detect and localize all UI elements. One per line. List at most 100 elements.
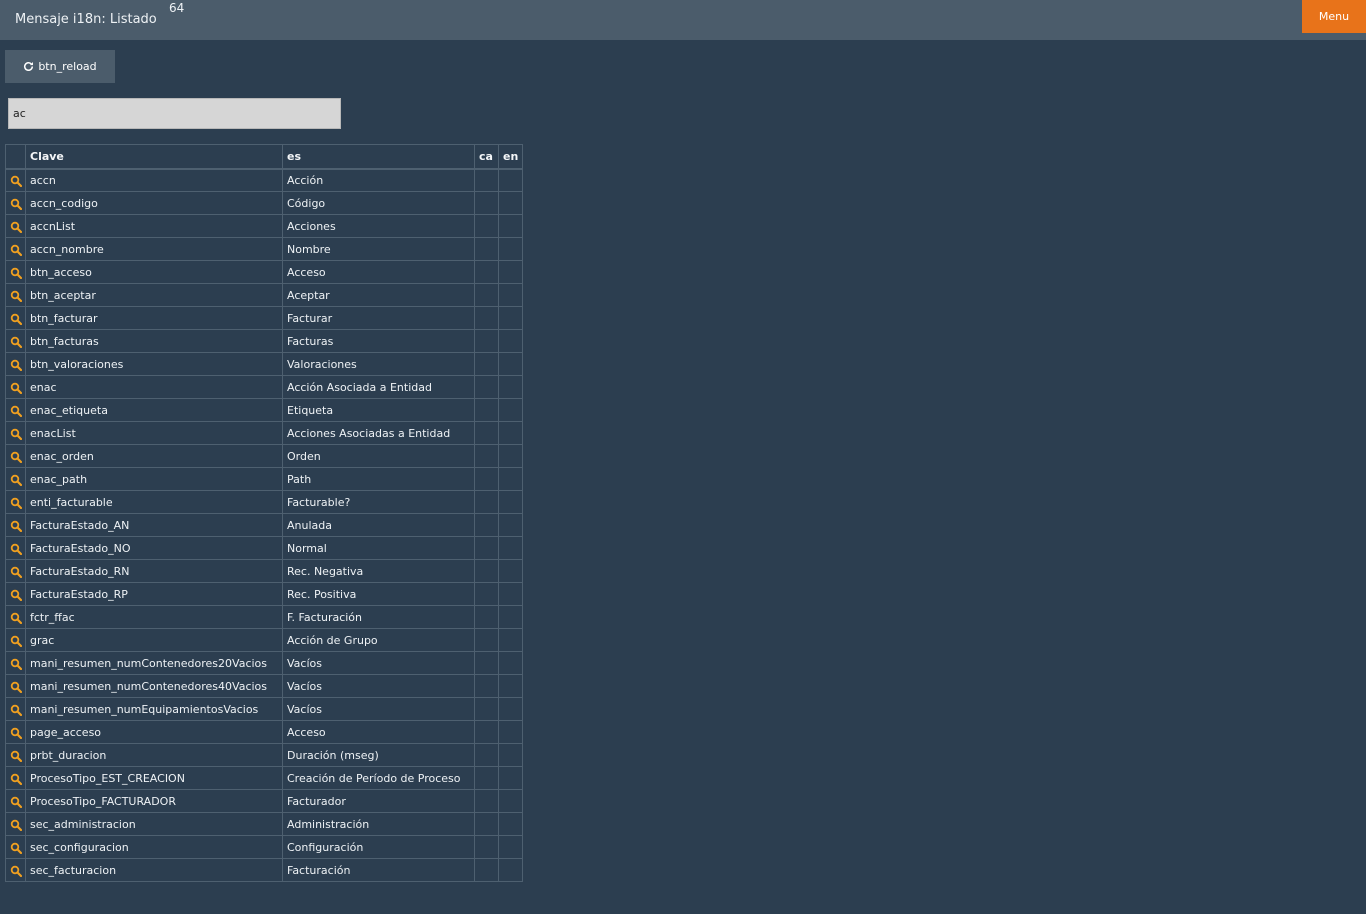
table-row[interactable]: btn_facturas Facturas — [5, 329, 524, 353]
table-row[interactable]: accn_nombre Nombre — [5, 237, 524, 261]
cell-es: Acciones Asociadas a Entidad — [282, 421, 475, 445]
table-row[interactable]: btn_aceptar Aceptar — [5, 283, 524, 307]
cell-en — [497, 352, 524, 376]
magnifier-icon[interactable] — [10, 750, 22, 762]
table-row[interactable]: accn Acción — [5, 168, 524, 192]
magnifier-icon[interactable] — [10, 451, 22, 463]
row-action-cell — [5, 697, 26, 721]
magnifier-icon[interactable] — [10, 175, 22, 187]
row-action-cell — [5, 536, 26, 560]
magnifier-icon[interactable] — [10, 681, 22, 693]
cell-en — [497, 421, 524, 445]
table-row[interactable]: mani_resumen_numContenedores20Vacios Vací… — [5, 651, 524, 675]
cell-ca — [474, 168, 499, 192]
magnifier-icon[interactable] — [10, 773, 22, 785]
cell-es: Nombre — [282, 237, 475, 261]
table-row[interactable]: fctr_ffac F. Facturación — [5, 605, 524, 629]
cell-es: Acción Asociada a Entidad — [282, 375, 475, 399]
table-row[interactable]: ProcesoTipo_FACTURADOR Facturador — [5, 789, 524, 813]
magnifier-icon[interactable] — [10, 796, 22, 808]
cell-clave: accn — [25, 168, 283, 192]
table-row[interactable]: page_acceso Acceso — [5, 720, 524, 744]
magnifier-icon[interactable] — [10, 290, 22, 302]
table-row[interactable]: sec_administracion Administración — [5, 812, 524, 836]
magnifier-icon[interactable] — [10, 520, 22, 532]
row-action-cell — [5, 858, 26, 882]
row-action-cell — [5, 766, 26, 790]
table-row[interactable]: accn_codigo Código — [5, 191, 524, 215]
magnifier-icon[interactable] — [10, 543, 22, 555]
page-title: Mensaje i18n: Listado — [15, 12, 157, 27]
table-row[interactable]: sec_facturacion Facturación — [5, 858, 524, 882]
magnifier-icon[interactable] — [10, 727, 22, 739]
magnifier-icon[interactable] — [10, 819, 22, 831]
table-row[interactable]: accnList Acciones — [5, 214, 524, 238]
table-row[interactable]: enti_facturable Facturable? — [5, 490, 524, 514]
magnifier-icon[interactable] — [10, 865, 22, 877]
search-input[interactable] — [8, 98, 341, 129]
magnifier-icon[interactable] — [10, 382, 22, 394]
table-row[interactable]: enacList Acciones Asociadas a Entidad — [5, 421, 524, 445]
magnifier-icon[interactable] — [10, 244, 22, 256]
magnifier-icon[interactable] — [10, 359, 22, 371]
column-header-ca[interactable]: ca — [474, 144, 499, 170]
magnifier-icon[interactable] — [10, 842, 22, 854]
table-row[interactable]: btn_valoraciones Valoraciones — [5, 352, 524, 376]
magnifier-icon[interactable] — [10, 497, 22, 509]
table-row[interactable]: btn_facturar Facturar — [5, 306, 524, 330]
cell-en — [497, 283, 524, 307]
table-row[interactable]: enac Acción Asociada a Entidad — [5, 375, 524, 399]
row-action-cell — [5, 490, 26, 514]
cell-en — [497, 214, 524, 238]
cell-clave: ProcesoTipo_EST_CREACION — [25, 766, 283, 790]
magnifier-icon[interactable] — [10, 267, 22, 279]
table-row[interactable]: FacturaEstado_AN Anulada — [5, 513, 524, 537]
table-row[interactable]: btn_acceso Acceso — [5, 260, 524, 284]
table-row[interactable]: FacturaEstado_RP Rec. Positiva — [5, 582, 524, 606]
magnifier-icon[interactable] — [10, 336, 22, 348]
cell-es: Orden — [282, 444, 475, 468]
row-action-cell — [5, 513, 26, 537]
table-row[interactable]: ProcesoTipo_EST_CREACION Creación de Perí… — [5, 766, 524, 790]
cell-clave: enac — [25, 375, 283, 399]
table-row[interactable]: FacturaEstado_NO Normal — [5, 536, 524, 560]
table-row[interactable]: enac_etiqueta Etiqueta — [5, 398, 524, 422]
cell-en — [497, 674, 524, 698]
magnifier-icon[interactable] — [10, 221, 22, 233]
magnifier-icon[interactable] — [10, 474, 22, 486]
table-row[interactable]: mani_resumen_numContenedores40Vacios Vací… — [5, 674, 524, 698]
table-row[interactable]: grac Acción de Grupo — [5, 628, 524, 652]
magnifier-icon[interactable] — [10, 635, 22, 647]
column-header-es[interactable]: es — [282, 144, 475, 170]
cell-clave: btn_facturar — [25, 306, 283, 330]
column-header-en[interactable]: en — [497, 144, 524, 170]
cell-ca — [474, 352, 499, 376]
magnifier-icon[interactable] — [10, 658, 22, 670]
magnifier-icon[interactable] — [10, 589, 22, 601]
cell-en — [497, 444, 524, 468]
table-row[interactable]: FacturaEstado_RN Rec. Negativa — [5, 559, 524, 583]
table-row[interactable]: prbt_duracion Duración (mseg) — [5, 743, 524, 767]
cell-en — [497, 168, 524, 192]
row-action-cell — [5, 214, 26, 238]
cell-clave: FacturaEstado_RP — [25, 582, 283, 606]
magnifier-icon[interactable] — [10, 704, 22, 716]
cell-ca — [474, 421, 499, 445]
menu-button[interactable]: Menu — [1302, 0, 1366, 33]
table-row[interactable]: enac_orden Orden — [5, 444, 524, 468]
magnifier-icon[interactable] — [10, 313, 22, 325]
magnifier-icon[interactable] — [10, 428, 22, 440]
cell-clave: enti_facturable — [25, 490, 283, 514]
table-row[interactable]: mani_resumen_numEquipamientosVacios Vacío… — [5, 697, 524, 721]
magnifier-icon[interactable] — [10, 405, 22, 417]
magnifier-icon[interactable] — [10, 566, 22, 578]
magnifier-icon[interactable] — [10, 612, 22, 624]
cell-en — [497, 766, 524, 790]
table-row[interactable]: sec_configuracion Configuración — [5, 835, 524, 859]
cell-es: Path — [282, 467, 475, 491]
reload-button[interactable]: btn_reload — [5, 50, 115, 83]
cell-en — [497, 191, 524, 215]
magnifier-icon[interactable] — [10, 198, 22, 210]
column-header-clave[interactable]: Clave — [25, 144, 283, 170]
table-row[interactable]: enac_path Path — [5, 467, 524, 491]
